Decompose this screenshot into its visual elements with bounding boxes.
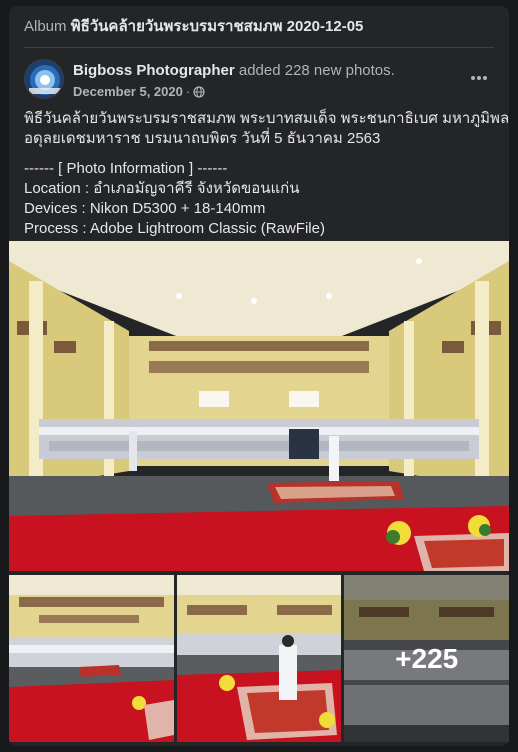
author-line: Bigboss Photographer added 228 new photo… (73, 62, 395, 80)
photo-thumbnails: +225 (9, 575, 509, 742)
author-name-link[interactable]: Bigboss Photographer (73, 62, 235, 79)
globe-icon (193, 85, 205, 98)
photo-main[interactable] (9, 241, 509, 571)
photo-thumbnail-more[interactable]: +225 (344, 575, 509, 742)
post-text-line: พิธีวันคล้ายวันพระบรมราชสมภพ พระบาทสมเด็… (24, 110, 509, 127)
album-header: Album พิธีวันคล้ายวันพระบรมราชสมภพ 2020-… (9, 6, 509, 47)
photo-thumbnail[interactable] (176, 575, 342, 742)
photo-thumbnail[interactable] (9, 575, 174, 742)
post-body: พิธีวันคล้ายวันพระบรมราชสมภพ พระบาทสมเด็… (9, 109, 509, 239)
post-date-link[interactable]: December 5, 2020 (73, 84, 183, 99)
more-horizontal-icon (470, 75, 488, 81)
header-divider (24, 47, 494, 48)
post-meta: December 5, 2020 · (73, 84, 205, 99)
photo-info-devices: Devices : Nikon D5300 + 18-140mm (24, 200, 266, 217)
more-options-button[interactable] (464, 65, 494, 91)
photo-gallery: +225 (9, 241, 509, 742)
album-title-link[interactable]: พิธีวันคล้ายวันพระบรมราชสมภพ 2020-12-05 (71, 18, 364, 35)
photo-info-process: Process : Adobe Lightroom Classic (RawFi… (24, 220, 325, 237)
post-action-text: added 228 new photos. (238, 62, 395, 79)
album-post-card: Album พิธีวันคล้ายวันพระบรมราชสมภพ 2020-… (9, 6, 509, 746)
album-label: Album (24, 18, 67, 35)
meta-separator: · (185, 84, 191, 99)
photo-info-location: Location : อำเภอมัญจาคีรี จังหวัดขอนแก่น (24, 180, 300, 197)
avatar[interactable] (24, 59, 64, 99)
more-photos-count: +225 (344, 575, 509, 742)
photo-info-header: ------ [ Photo Information ] ------ (24, 160, 228, 177)
post-header: Bigboss Photographer added 228 new photo… (9, 59, 509, 109)
post-text-line: อดุลยเดชมหาราช บรมนาถบพิตร วันที่ 5 ธันว… (24, 130, 381, 147)
